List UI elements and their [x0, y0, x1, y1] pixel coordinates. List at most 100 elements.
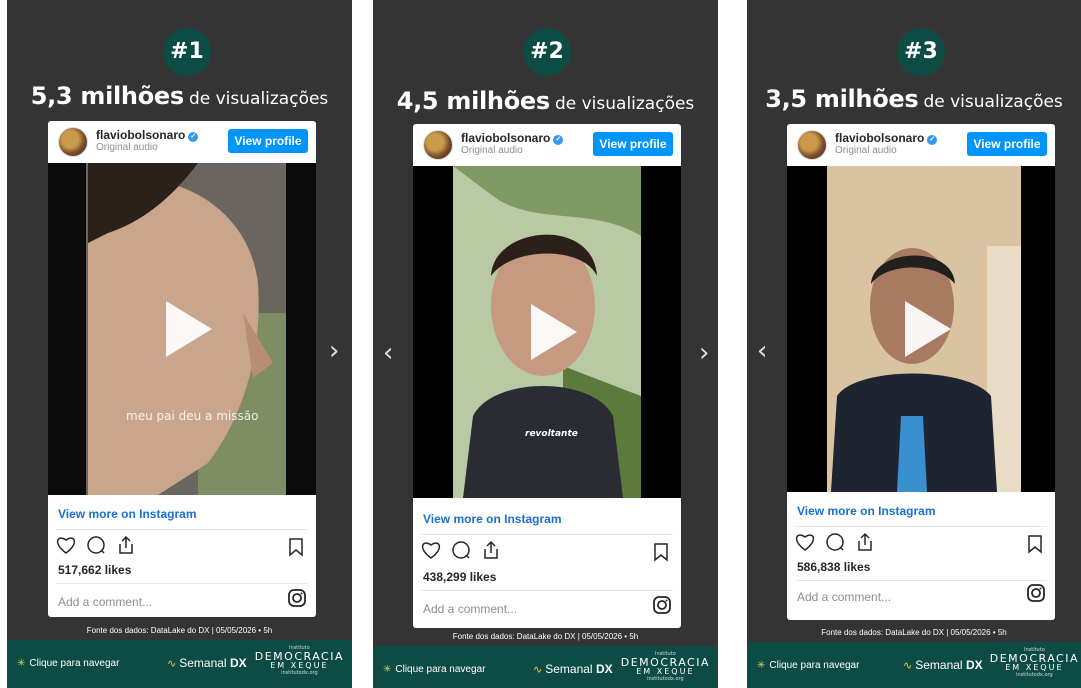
nav-hint[interactable]: ✳ Clique para navegar	[383, 664, 485, 675]
divider	[795, 526, 1047, 527]
bookmark-icon[interactable]	[1027, 534, 1043, 559]
comment-input[interactable]: Add a comment...	[58, 595, 152, 609]
post-actions	[421, 540, 506, 562]
next-arrow-icon[interactable]: ›	[699, 340, 709, 366]
username-text[interactable]: flaviobolsonaro	[835, 131, 924, 145]
divider	[56, 529, 308, 530]
post-header: flaviobolsonaro ✓ Original audio View pro…	[413, 124, 681, 166]
next-arrow-icon[interactable]: ›	[329, 338, 339, 364]
username[interactable]: flaviobolsonaro ✓	[96, 128, 199, 142]
democracia-em-xeque-logo: Instituto DEMOCRACIA EM XEQUE institutod…	[990, 648, 1079, 678]
bookmark-icon[interactable]	[288, 537, 304, 562]
footer-bar: ✳ Clique para navegar ∿ Semanal DX Institu…	[373, 646, 718, 688]
views-count: 5,3 milhões de visualizações	[7, 82, 352, 110]
avatar[interactable]	[423, 130, 453, 160]
share-icon[interactable]	[482, 540, 500, 565]
audio-label[interactable]: Original audio	[835, 145, 897, 156]
view-profile-button[interactable]: View profile	[967, 132, 1047, 156]
divider	[56, 583, 308, 584]
nav-hint[interactable]: ✳ Clique para navegar	[17, 658, 119, 669]
logo-url: institutodx.org	[1016, 672, 1053, 678]
semanal-text: Semanal	[179, 656, 227, 670]
semanal-text: Semanal	[545, 662, 593, 676]
play-icon[interactable]	[531, 304, 577, 360]
logo-top: Instituto	[1024, 647, 1045, 653]
heart-icon[interactable]	[56, 536, 76, 559]
share-icon[interactable]	[117, 535, 135, 560]
likes-count[interactable]: 586,838 likes	[797, 560, 870, 574]
verified-icon: ✓	[553, 135, 564, 145]
divider	[795, 580, 1047, 581]
spark-icon: ✳	[383, 664, 392, 675]
rank-badge: #2	[523, 28, 571, 76]
verified-icon: ✓	[188, 132, 199, 142]
view-more-link[interactable]: View more on Instagram	[423, 512, 562, 526]
democracia-em-xeque-logo: Instituto DEMOCRACIA EM XEQUE institutod…	[621, 652, 710, 682]
data-source: Fonte dos dados: DataLake do DX | 05/05/…	[452, 632, 639, 641]
nav-hint-text: Clique para navegar	[769, 660, 860, 671]
heart-icon[interactable]	[421, 541, 441, 564]
instagram-logo-icon[interactable]	[653, 596, 671, 619]
post-actions	[795, 532, 880, 554]
logo-sub: EM XEQUE	[1005, 663, 1064, 672]
logo-top: Instituto	[655, 651, 676, 657]
nav-hint-text: Clique para navegar	[395, 664, 486, 675]
chart-icon: ∿	[533, 664, 543, 676]
comment-icon[interactable]	[451, 540, 471, 565]
footer-bar: ✳ Clique para navegar ∿ Semanal DX Institu…	[7, 640, 352, 688]
bookmark-icon[interactable]	[653, 542, 669, 567]
comment-input[interactable]: Add a comment...	[423, 602, 517, 616]
carousel-slide-3: #3 3,5 milhões de visualizações flaviobo…	[747, 0, 1081, 688]
logo-sub: EM XEQUE	[636, 667, 695, 676]
view-profile-button[interactable]: View profile	[593, 132, 673, 156]
username[interactable]: flaviobolsonaro ✓	[461, 131, 564, 145]
logo-sub: EM XEQUE	[270, 661, 329, 670]
spark-icon: ✳	[17, 658, 26, 669]
nav-hint-text: Clique para navegar	[29, 658, 120, 669]
carousel-slide-1: #1 5,3 milhões de visualizações flaviobo…	[7, 0, 352, 688]
view-more-link[interactable]: View more on Instagram	[797, 504, 936, 518]
chart-icon: ∿	[167, 658, 177, 670]
divider	[421, 534, 673, 535]
avatar[interactable]	[58, 127, 88, 157]
rank-badge: #1	[163, 28, 211, 76]
post-header: flaviobolsonaro ✓ Original audio View pro…	[48, 121, 316, 163]
instagram-logo-icon[interactable]	[288, 589, 306, 612]
heart-icon[interactable]	[795, 533, 815, 556]
username-text[interactable]: flaviobolsonaro	[96, 128, 185, 142]
divider	[421, 590, 673, 591]
semanal-text: Semanal	[915, 658, 963, 672]
views-unit: de visualizações	[188, 89, 329, 109]
instagram-logo-icon[interactable]	[1027, 584, 1045, 607]
view-more-link[interactable]: View more on Instagram	[58, 507, 197, 521]
instagram-embed: flaviobolsonaro ✓ Original audio View pro…	[48, 121, 316, 617]
share-icon[interactable]	[856, 532, 874, 557]
verified-icon: ✓	[927, 135, 938, 145]
username[interactable]: flaviobolsonaro ✓	[835, 131, 938, 145]
audio-label[interactable]: Original audio	[461, 145, 523, 156]
view-profile-button[interactable]: View profile	[228, 129, 308, 153]
play-icon[interactable]	[905, 301, 951, 357]
play-icon[interactable]	[166, 301, 212, 357]
views-number: 5,3 milhões	[30, 82, 184, 110]
post-actions	[56, 535, 141, 557]
prev-arrow-icon[interactable]: ‹	[757, 338, 767, 364]
audio-label[interactable]: Original audio	[96, 142, 158, 153]
video-thumbnail[interactable]: revoltante	[413, 166, 681, 498]
likes-count[interactable]: 438,299 likes	[423, 570, 496, 584]
comment-icon[interactable]	[86, 535, 106, 560]
video-thumbnail[interactable]	[787, 166, 1055, 492]
likes-count[interactable]: 517,662 likes	[58, 563, 131, 577]
democracia-em-xeque-logo: Instituto DEMOCRACIA EM XEQUE institutod…	[255, 646, 344, 676]
avatar[interactable]	[797, 130, 827, 160]
comment-icon[interactable]	[825, 532, 845, 557]
dx-text: DX	[229, 656, 247, 670]
nav-hint[interactable]: ✳ Clique para navegar	[757, 660, 859, 671]
data-source: Fonte dos dados: DataLake do DX | 05/05/…	[86, 626, 273, 635]
comment-input[interactable]: Add a comment...	[797, 590, 891, 604]
username-text[interactable]: flaviobolsonaro	[461, 131, 550, 145]
dx-text: DX	[965, 658, 983, 672]
video-thumbnail[interactable]: meu pai deu a missão	[48, 163, 316, 495]
semanal-dx-logo: ∿ Semanal DX	[903, 658, 983, 672]
prev-arrow-icon[interactable]: ‹	[383, 340, 393, 366]
